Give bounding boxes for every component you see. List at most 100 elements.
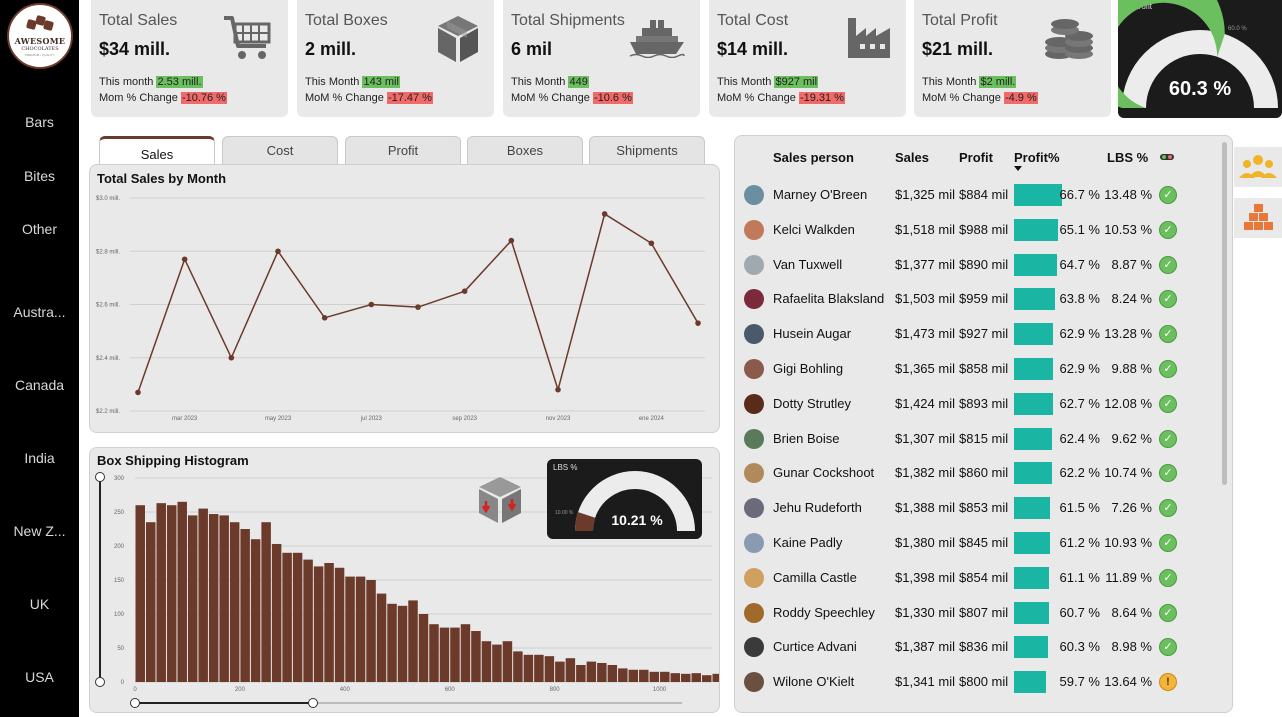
sidebar: AWESOME CHOCOLATES PREMIUM • QUALITY Bar…	[0, 0, 79, 717]
col-header-sales-person[interactable]: Sales person	[773, 150, 854, 165]
table-row[interactable]: Roddy Speechley $1,330 mil $807 mil 60.7 % 8…	[740, 596, 1220, 631]
nav-item-uk[interactable]: UK	[0, 596, 79, 612]
tab-shipments[interactable]: Shipments	[589, 136, 705, 164]
tab-boxes[interactable]: Boxes	[467, 136, 583, 164]
histogram-bar	[292, 552, 303, 682]
nav-item-bars[interactable]: Bars	[0, 114, 79, 130]
kpi-mom-label: Mom % Change	[99, 92, 178, 104]
nav-item-india[interactable]: India	[0, 450, 79, 466]
sales-person-name: Wilone O'Kielt	[773, 674, 855, 690]
nav-item-bites[interactable]: Bites	[0, 168, 79, 184]
warning-circle-icon: !	[1159, 673, 1177, 692]
histogram-bar	[471, 631, 481, 682]
nav-item-other[interactable]: Other	[0, 221, 79, 237]
avatar	[744, 324, 764, 345]
tab-cost[interactable]: Cost	[222, 136, 338, 164]
table-row[interactable]: Wilone O'Kielt $1,341 mil $800 mil 59.7 % 13…	[740, 665, 1220, 700]
y-range-slider-handle-bottom[interactable]	[95, 677, 105, 687]
table-row[interactable]: Marney O'Breen $1,325 mil $884 mil 66.7 % 13…	[740, 178, 1220, 213]
people-button[interactable]	[1234, 147, 1282, 187]
kpi-mom-value: -19.31 %	[798, 92, 845, 104]
data-point	[321, 315, 328, 321]
histogram-bar	[544, 656, 555, 682]
table-scrollbar[interactable]	[1222, 142, 1227, 485]
profit-value: $800 mil	[959, 674, 1009, 690]
table-row[interactable]: Dotty Strutley $1,424 mil $893 mil 62.7 % 12…	[740, 387, 1220, 422]
kpi-month-value: 143 mil	[362, 76, 400, 88]
lbs-pct-value: 8.87 %	[1111, 256, 1152, 272]
col-header-lbs[interactable]: LBS %	[1107, 150, 1148, 165]
tab-sales[interactable]: Sales	[99, 136, 215, 164]
lbs-pct-value: 8.98 %	[1111, 639, 1152, 655]
data-point	[368, 301, 375, 308]
avatar	[744, 637, 764, 658]
data-point	[555, 386, 561, 393]
lbs-pct-value: 11.89 %	[1105, 569, 1152, 585]
data-point	[648, 240, 655, 247]
col-header-profit-pct[interactable]: Profit%	[1014, 150, 1060, 165]
tab-profit[interactable]: Profit	[345, 136, 461, 164]
table-row[interactable]: Curtice Advani $1,387 mil $836 mil 60.3 % 8.…	[740, 630, 1220, 665]
lbs-pct-value: 10.53 %	[1104, 221, 1152, 237]
histogram-bar	[271, 543, 282, 682]
table-row[interactable]: Van Tuxwell $1,377 mil $890 mil 64.7 % 8.87 …	[740, 248, 1220, 283]
avatar	[744, 428, 764, 449]
table-row[interactable]: Husein Augar $1,473 mil $927 mil 62.9 % 13.2…	[740, 317, 1220, 352]
avatar	[744, 185, 764, 205]
nav-item-australia[interactable]: Austra...	[0, 304, 79, 320]
lbs-pct-value: 13.64 %	[1104, 674, 1152, 690]
histogram-bar	[492, 644, 502, 682]
sales-value: $1,365 mil	[895, 361, 955, 376]
col-header-profit[interactable]: Profit	[959, 150, 993, 165]
sales-person-name: Kelci Walkden	[773, 221, 855, 237]
y-range-slider-track[interactable]	[99, 476, 101, 682]
x-range-slider-handle-left[interactable]	[130, 698, 140, 708]
y-tick-label: 100	[114, 612, 125, 618]
profit-value: $959 mil	[959, 291, 1009, 307]
avatar	[744, 567, 764, 588]
table-row[interactable]: Gunar Cockshoot $1,382 mil $860 mil 62.2 % 1…	[740, 456, 1220, 491]
boxes-icon	[1244, 204, 1273, 230]
nav-item-usa[interactable]: USA	[0, 669, 79, 685]
y-range-slider-handle-top[interactable]	[95, 472, 105, 482]
table-row[interactable]: Jehu Rudeforth $1,388 mil $853 mil 61.5 % 7.…	[740, 491, 1220, 526]
kpi-month-label: This Month	[511, 76, 566, 88]
histogram-bar	[450, 627, 460, 682]
table-row[interactable]: Gigi Bohling $1,365 mil $858 mil 62.9 % 9.88…	[740, 352, 1220, 387]
x-range-slider-handle-right[interactable]	[308, 698, 318, 708]
histogram-bar	[418, 614, 429, 682]
profit-value: $815 mil	[959, 430, 1009, 446]
kpi-mom-value: -17.47 %	[386, 92, 433, 104]
table-row[interactable]: Rafaelita Blaksland $1,503 mil $959 mil 63.…	[740, 282, 1220, 317]
table-row[interactable]: Brien Boise $1,307 mil $815 mil 62.4 % 9.62 …	[740, 422, 1220, 457]
nav-item-canada[interactable]: Canada	[0, 377, 79, 393]
check-circle-icon: ✓	[1159, 638, 1177, 657]
sort-desc-icon[interactable]	[1014, 166, 1022, 171]
kpi-value: 6 mil	[511, 39, 553, 59]
histogram-bar	[208, 514, 219, 682]
check-circle-icon: ✓	[1159, 360, 1177, 378]
data-point	[181, 256, 188, 263]
table-row[interactable]: Kelci Walkden $1,518 mil $988 mil 65.1 % 10.…	[740, 213, 1220, 248]
y-tick-label: 300	[114, 476, 125, 482]
avatar	[744, 359, 764, 379]
boxes-button[interactable]	[1234, 198, 1282, 238]
x-range-slider-track[interactable]	[136, 702, 313, 704]
box-icon	[438, 16, 478, 62]
check-circle-icon: ✓	[1159, 220, 1177, 239]
nav-item-new-zealand[interactable]: New Z...	[0, 523, 79, 539]
avatar	[744, 498, 764, 519]
col-header-sales[interactable]: Sales	[895, 150, 929, 165]
kpi-mom-value: -10.6 %	[592, 92, 633, 104]
histogram-bar	[198, 508, 208, 682]
histogram-bar	[324, 563, 334, 682]
x-tick-label: jul 2023	[360, 416, 383, 422]
sales-value: $1,341 mil	[895, 674, 955, 690]
x-tick-label: 1000	[653, 687, 667, 693]
box-histogram-panel: Box Shipping Histogram 0 50 100 150 200 250 30…	[89, 447, 720, 713]
y-tick-label: $2.2 mill.	[96, 409, 120, 415]
histogram-bar	[660, 671, 670, 682]
table-row[interactable]: Kaine Padly $1,380 mil $845 mil 61.2 % 10.93…	[740, 526, 1220, 561]
table-row[interactable]: Camilla Castle $1,398 mil $854 mil 61.1 % 11…	[740, 561, 1220, 596]
kpi-card-total-boxes: Total Boxes 2 mill. This Month 143 mil M…	[297, 0, 494, 117]
